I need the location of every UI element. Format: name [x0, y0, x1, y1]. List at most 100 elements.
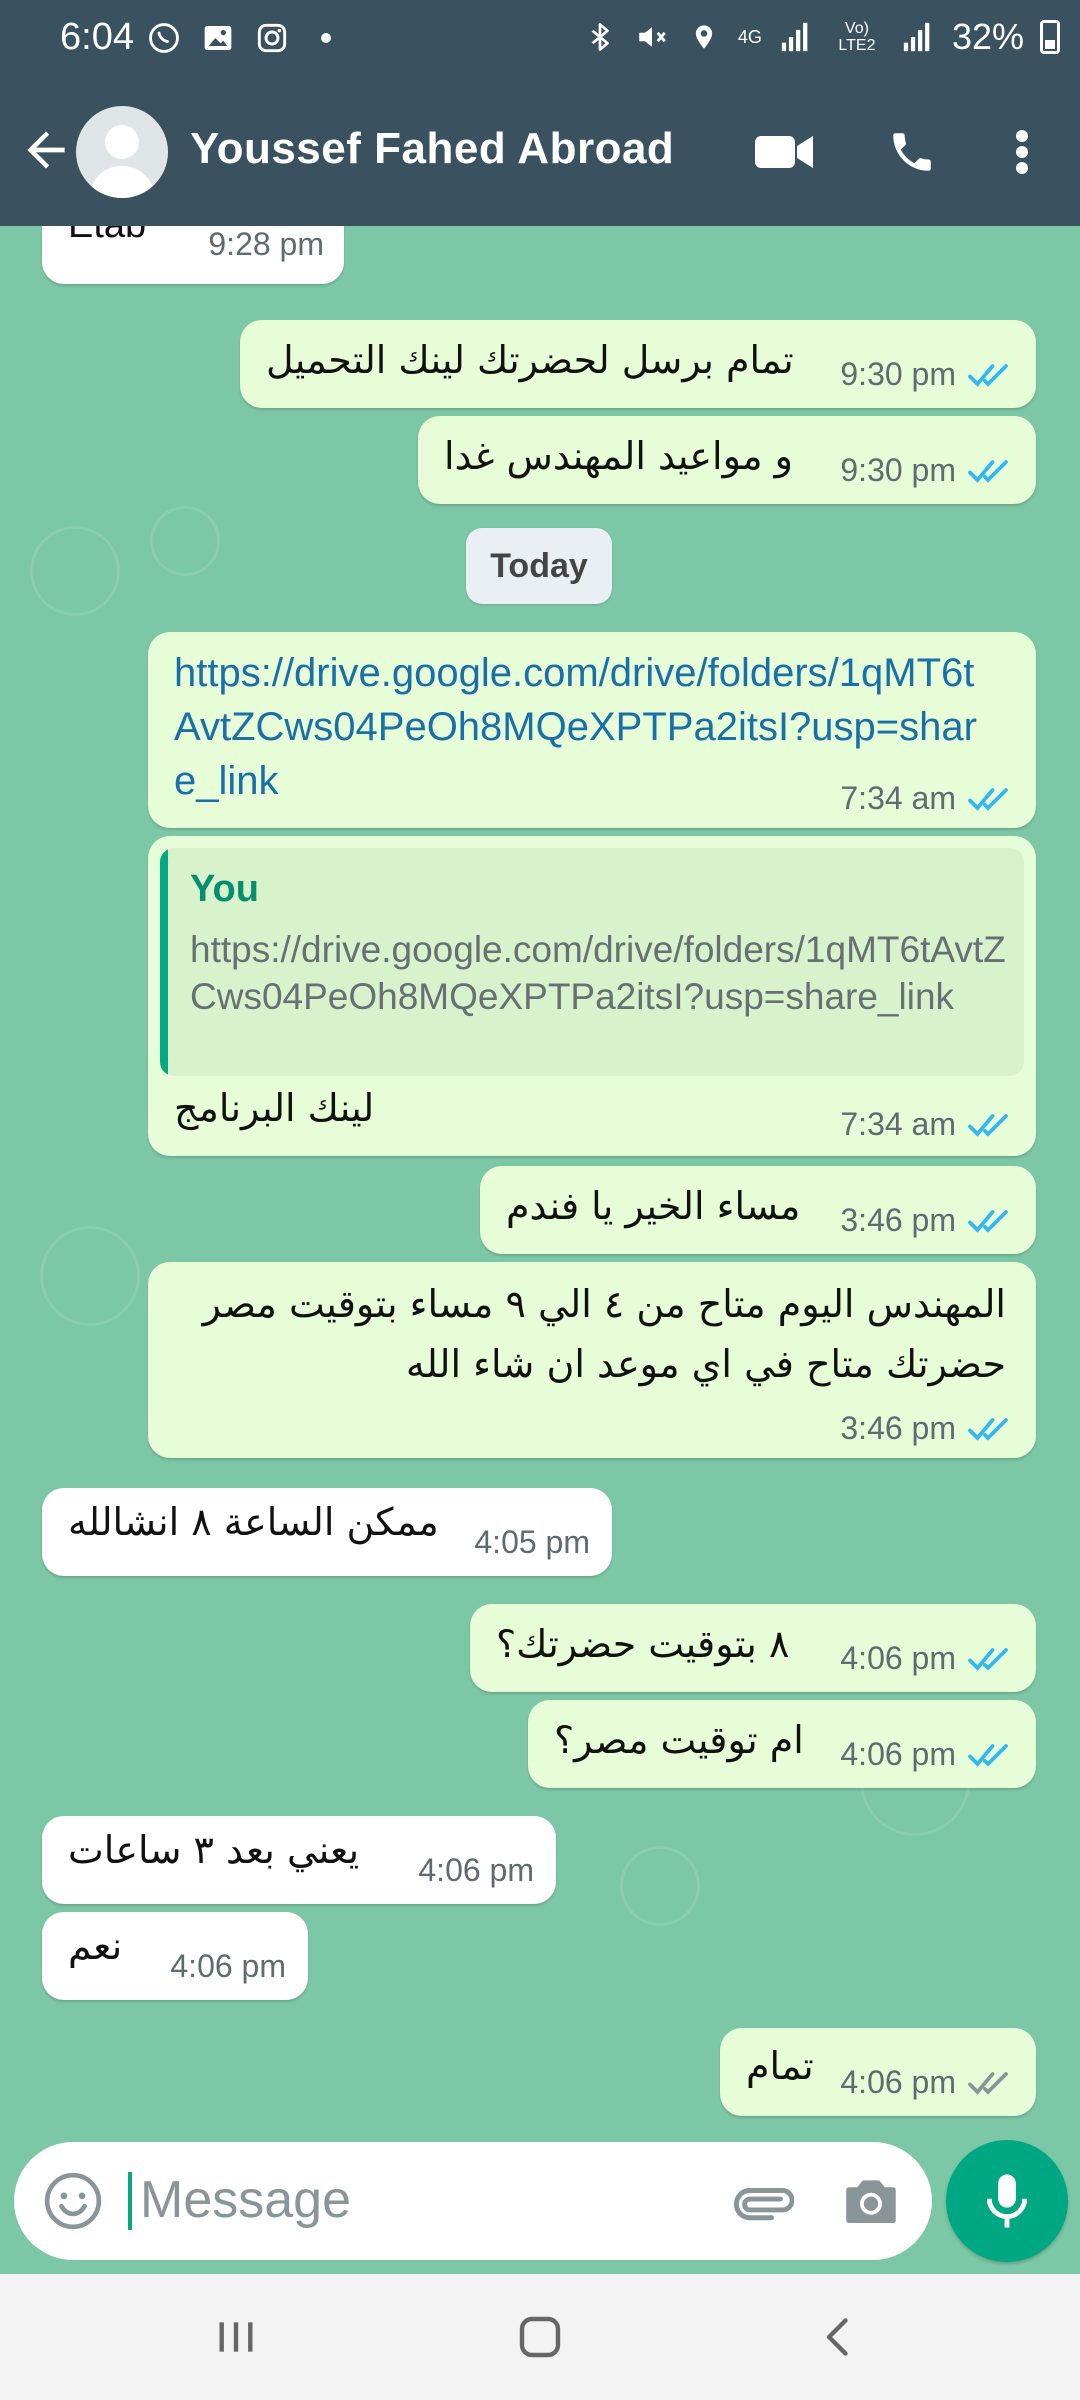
message-bubble-incoming[interactable]: Etab 9:28 pm [42, 226, 344, 284]
message-bubble-outgoing[interactable]: و مواعيد المهندس غدا 9:30 pm [418, 416, 1036, 504]
signal-icon [778, 19, 814, 55]
signal-icon-2 [900, 19, 936, 55]
whatsapp-icon [146, 20, 182, 56]
message-meta: 9:28 pm [208, 226, 324, 263]
home-icon[interactable] [500, 2302, 580, 2372]
message-meta: 9:30 pm [840, 452, 1014, 489]
message-bubble-outgoing[interactable]: تمام 4:06 pm [720, 2028, 1036, 2116]
message-text: ممكن الساعة ٨ انشالله [68, 1500, 439, 1544]
message-bubble-outgoing-reply[interactable]: You https://drive.google.com/drive/folde… [148, 836, 1036, 1156]
message-text: يعني بعد ٣ ساعات [68, 1828, 360, 1872]
message-time: 3:46 pm [840, 1410, 956, 1446]
read-receipt-icon [968, 787, 1008, 811]
date-separator: Today [466, 528, 612, 604]
volte-label: Vo) LTE2 [838, 20, 876, 54]
video-call-icon[interactable] [752, 120, 816, 184]
message-text: ٨ بتوقيت حضرتك؟ [496, 1622, 790, 1666]
mute-icon [634, 19, 670, 55]
read-receipt-icon [968, 1113, 1008, 1137]
read-receipt-icon [968, 459, 1008, 483]
wallpaper-doodle [40, 1226, 140, 1326]
message-time: 4:06 pm [418, 1852, 534, 1888]
network-type: 4G [737, 27, 762, 47]
message-time: 7:34 am [840, 780, 956, 816]
message-bubble-outgoing[interactable]: ٨ بتوقيت حضرتك؟ 4:06 pm [470, 1604, 1036, 1692]
message-meta: 7:34 am [840, 1106, 1014, 1143]
message-text-line-1: المهندس اليوم متاح من ٤ الي ٩ مساء بتوقي… [202, 1282, 1006, 1326]
chat-area[interactable]: Etab 9:28 pm تمام برسل لحضرتك لينك التحم… [0, 226, 1080, 2140]
message-meta: 3:46 pm [840, 1202, 1014, 1239]
message-time: 9:30 pm [840, 356, 956, 392]
message-bubble-outgoing[interactable]: ام توقيت مصر؟ 4:06 pm [528, 1700, 1036, 1788]
quote-accent-bar [160, 848, 168, 1076]
message-text-line-2: حضرتك متاح في اي موعد ان شاء الله [405, 1342, 1006, 1386]
battery-percent: 32% [951, 16, 1024, 57]
message-bubble-outgoing[interactable]: تمام برسل لحضرتك لينك التحميل 9:30 pm [240, 320, 1036, 408]
read-receipt-icon [968, 1743, 1008, 1767]
message-bubble-incoming[interactable]: نعم 4:06 pm [42, 1912, 308, 2000]
back-icon[interactable] [800, 2302, 880, 2372]
message-text: لينك البرنامج [174, 1086, 375, 1130]
location-icon [686, 19, 722, 55]
message-time: 4:06 pm [840, 1736, 956, 1772]
bluetooth-icon [582, 19, 618, 55]
status-bar: 6:04 4G Vo) LTE2 32% [0, 0, 1080, 80]
notification-icons [146, 20, 344, 56]
quote-author: You [190, 868, 259, 910]
instagram-icon [254, 20, 290, 56]
read-receipt-icon [968, 363, 1008, 387]
quoted-message[interactable]: You https://drive.google.com/drive/folde… [160, 848, 1024, 1076]
message-bubble-incoming[interactable]: يعني بعد ٣ ساعات 4:06 pm [42, 1816, 556, 1904]
message-text: تمام [746, 2044, 814, 2088]
more-vert-icon[interactable] [990, 120, 1054, 184]
contact-name[interactable]: Youssef Fahed Abroad [190, 124, 674, 174]
message-bubble-outgoing[interactable]: المهندس اليوم متاح من ٤ الي ٩ مساء بتوقي… [148, 1262, 1036, 1458]
message-time: 4:05 pm [474, 1524, 590, 1560]
gallery-icon [200, 20, 236, 56]
message-time: 4:06 pm [170, 1948, 286, 1984]
message-time: 3:46 pm [840, 1202, 956, 1238]
back-arrow-icon[interactable] [18, 122, 74, 178]
wallpaper-doodle [30, 526, 120, 616]
delivered-receipt-icon [968, 2071, 1008, 2095]
message-bubble-incoming[interactable]: ممكن الساعة ٨ انشالله 4:05 pm [42, 1488, 612, 1576]
message-meta: 7:34 am [840, 780, 1014, 817]
wallpaper-doodle [620, 1846, 700, 1926]
message-input[interactable] [140, 2164, 700, 2236]
emoji-icon[interactable] [42, 2170, 104, 2232]
message-time: 4:06 pm [840, 1640, 956, 1676]
voice-call-icon[interactable] [880, 120, 944, 184]
text-cursor [128, 2172, 132, 2230]
recent-apps-icon[interactable] [196, 2302, 276, 2372]
read-receipt-icon [968, 1647, 1008, 1671]
message-text: مساء الخير يا فندم [506, 1184, 801, 1228]
message-meta: 4:06 pm [170, 1948, 286, 1985]
message-text: ام توقيت مصر؟ [554, 1718, 804, 1762]
battery-icon [1040, 20, 1060, 54]
message-meta: 3:46 pm [840, 1410, 1014, 1447]
avatar[interactable] [76, 106, 168, 198]
system-icons: 4G Vo) LTE2 32% [582, 16, 1060, 58]
camera-icon[interactable] [838, 2168, 904, 2234]
mic-icon[interactable] [946, 2140, 1068, 2262]
wallpaper-doodle [150, 506, 220, 576]
message-time: 9:30 pm [840, 452, 956, 488]
message-composer [14, 2142, 932, 2260]
chat-header: Youssef Fahed Abroad [0, 80, 1080, 226]
message-time: 4:06 pm [840, 2064, 956, 2100]
message-meta: 4:06 pm [418, 1852, 534, 1889]
message-bubble-outgoing[interactable]: مساء الخير يا فندم 3:46 pm [480, 1166, 1036, 1254]
message-meta: 9:30 pm [840, 356, 1014, 393]
message-text: نعم [68, 1924, 123, 1968]
message-text: و مواعيد المهندس غدا [444, 434, 794, 478]
message-text: Etab [68, 226, 146, 247]
dot-icon [308, 20, 344, 56]
message-time: 7:34 am [840, 1106, 956, 1142]
message-meta: 4:06 pm [840, 2064, 1014, 2101]
message-bubble-outgoing-link[interactable]: https://drive.google.com/drive/folders/1… [148, 632, 1036, 828]
message-time: 9:28 pm [208, 226, 324, 262]
attach-icon[interactable] [728, 2168, 795, 2234]
message-meta: 4:06 pm [840, 1640, 1014, 1677]
message-meta: 4:05 pm [474, 1524, 590, 1561]
status-time: 6:04 [60, 16, 134, 58]
